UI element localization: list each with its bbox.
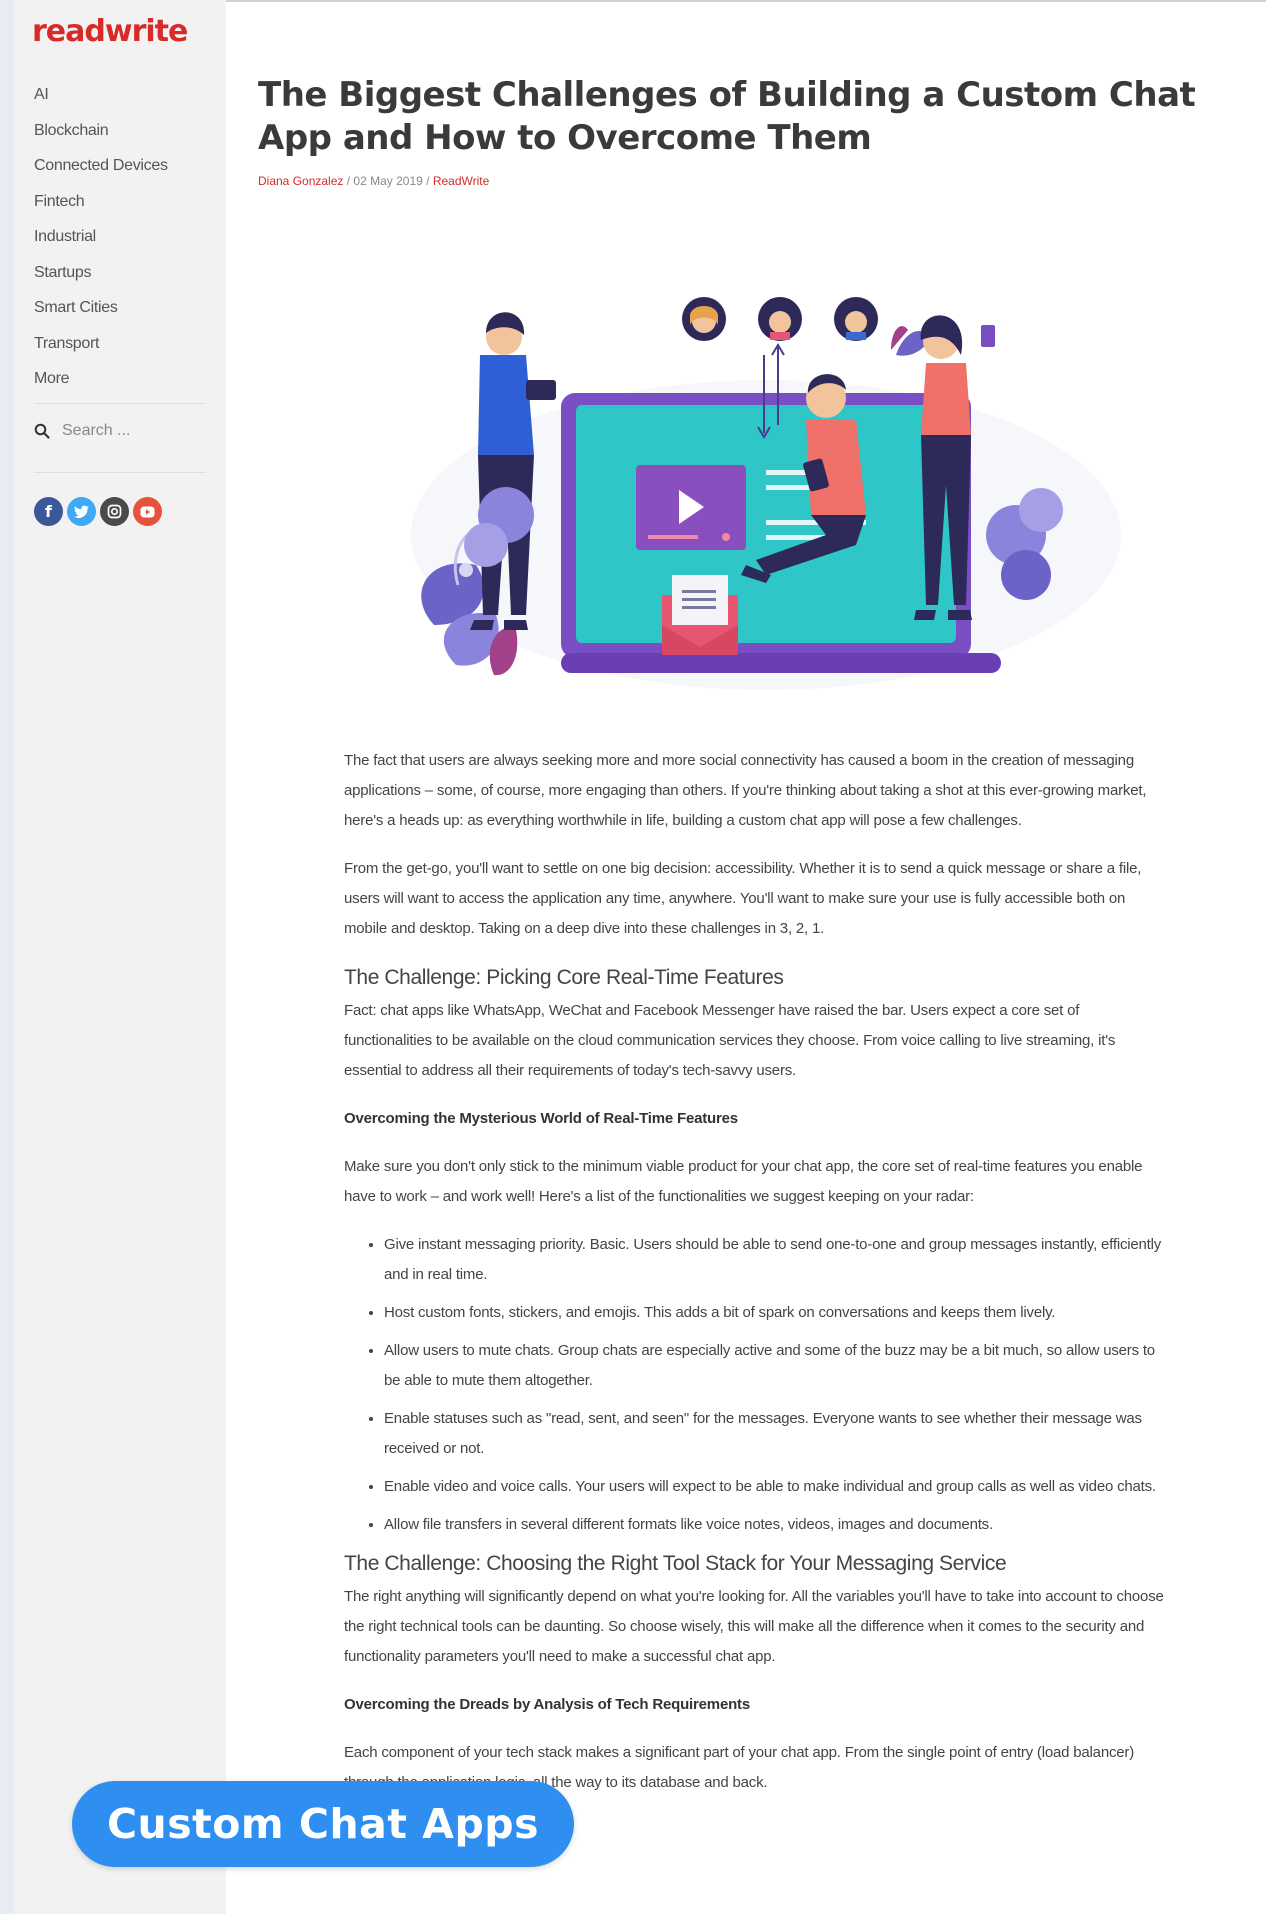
search-placeholder: Search ... <box>62 422 131 439</box>
list-item: Give instant messaging priority. Basic. … <box>384 1230 1164 1290</box>
site-logo[interactable]: readwrite <box>32 14 188 49</box>
nav-item-ai[interactable]: AI <box>34 84 168 120</box>
nav-item-more[interactable]: More <box>34 368 168 404</box>
list-item: Enable video and voice calls. Your users… <box>384 1472 1164 1502</box>
article-main: The Biggest Challenges of Building a Cus… <box>226 0 1266 1914</box>
article-paragraph: The right anything will significantly de… <box>344 1588 1164 1665</box>
article-meta: Diana Gonzalez / 02 May 2019 / ReadWrite <box>258 174 489 188</box>
subsection-heading: Overcoming the Mysterious World of Real-… <box>344 1110 738 1127</box>
search-box[interactable]: Search ... <box>34 422 130 440</box>
nav-item-fintech[interactable]: Fintech <box>34 191 168 227</box>
top-border <box>226 0 1266 2</box>
nav-item-smart-cities[interactable]: Smart Cities <box>34 297 168 333</box>
social-links: f <box>34 497 162 526</box>
nav-item-blockchain[interactable]: Blockchain <box>34 120 168 156</box>
author-link[interactable]: Diana Gonzalez <box>258 174 343 188</box>
meta-separator: / <box>426 174 433 188</box>
article-paragraph: From the get-go, you'll want to settle o… <box>344 860 1142 937</box>
publish-date: 02 May 2019 <box>353 174 423 188</box>
window-edge <box>0 0 14 1914</box>
section-heading: The Challenge: Choosing the Right Tool S… <box>344 1552 1007 1575</box>
article-paragraph: The fact that users are always seeking m… <box>344 752 1147 829</box>
youtube-icon[interactable] <box>133 497 162 526</box>
article-paragraph: Fact: chat apps like WhatsApp, WeChat an… <box>344 1002 1116 1079</box>
section-heading: The Challenge: Picking Core Real-Time Fe… <box>344 966 784 989</box>
nav-item-startups[interactable]: Startups <box>34 262 168 298</box>
list-item: Host custom fonts, stickers, and emojis.… <box>384 1298 1164 1328</box>
list-item: Enable statuses such as "read, sent, and… <box>384 1404 1164 1464</box>
custom-chat-apps-badge: Custom Chat Apps <box>72 1781 574 1867</box>
list-item: Allow users to mute chats. Group chats a… <box>384 1336 1164 1396</box>
subsection-heading: Overcoming the Dreads by Analysis of Tec… <box>344 1696 750 1713</box>
sidebar: readwrite AI Blockchain Connected Device… <box>14 0 226 1914</box>
search-icon <box>34 423 50 439</box>
nav-item-industrial[interactable]: Industrial <box>34 226 168 262</box>
list-item: Allow file transfers in several differen… <box>384 1510 1164 1540</box>
feature-list: Give instant messaging priority. Basic. … <box>344 1230 1164 1540</box>
twitter-icon[interactable] <box>67 497 96 526</box>
hero-illustration <box>411 297 1121 690</box>
facebook-icon[interactable]: f <box>34 497 63 526</box>
article-paragraph: Make sure you don't only stick to the mi… <box>344 1158 1143 1205</box>
sidebar-divider <box>34 403 206 404</box>
instagram-icon[interactable] <box>100 497 129 526</box>
article-title: The Biggest Challenges of Building a Cus… <box>258 75 1196 158</box>
nav-item-transport[interactable]: Transport <box>34 333 168 369</box>
category-nav: AI Blockchain Connected Devices Fintech … <box>34 84 168 404</box>
site-link[interactable]: ReadWrite <box>433 174 489 188</box>
article-body: The fact that users are always seeking m… <box>344 746 1164 1816</box>
sidebar-divider <box>34 472 206 473</box>
nav-item-connected-devices[interactable]: Connected Devices <box>34 155 168 191</box>
